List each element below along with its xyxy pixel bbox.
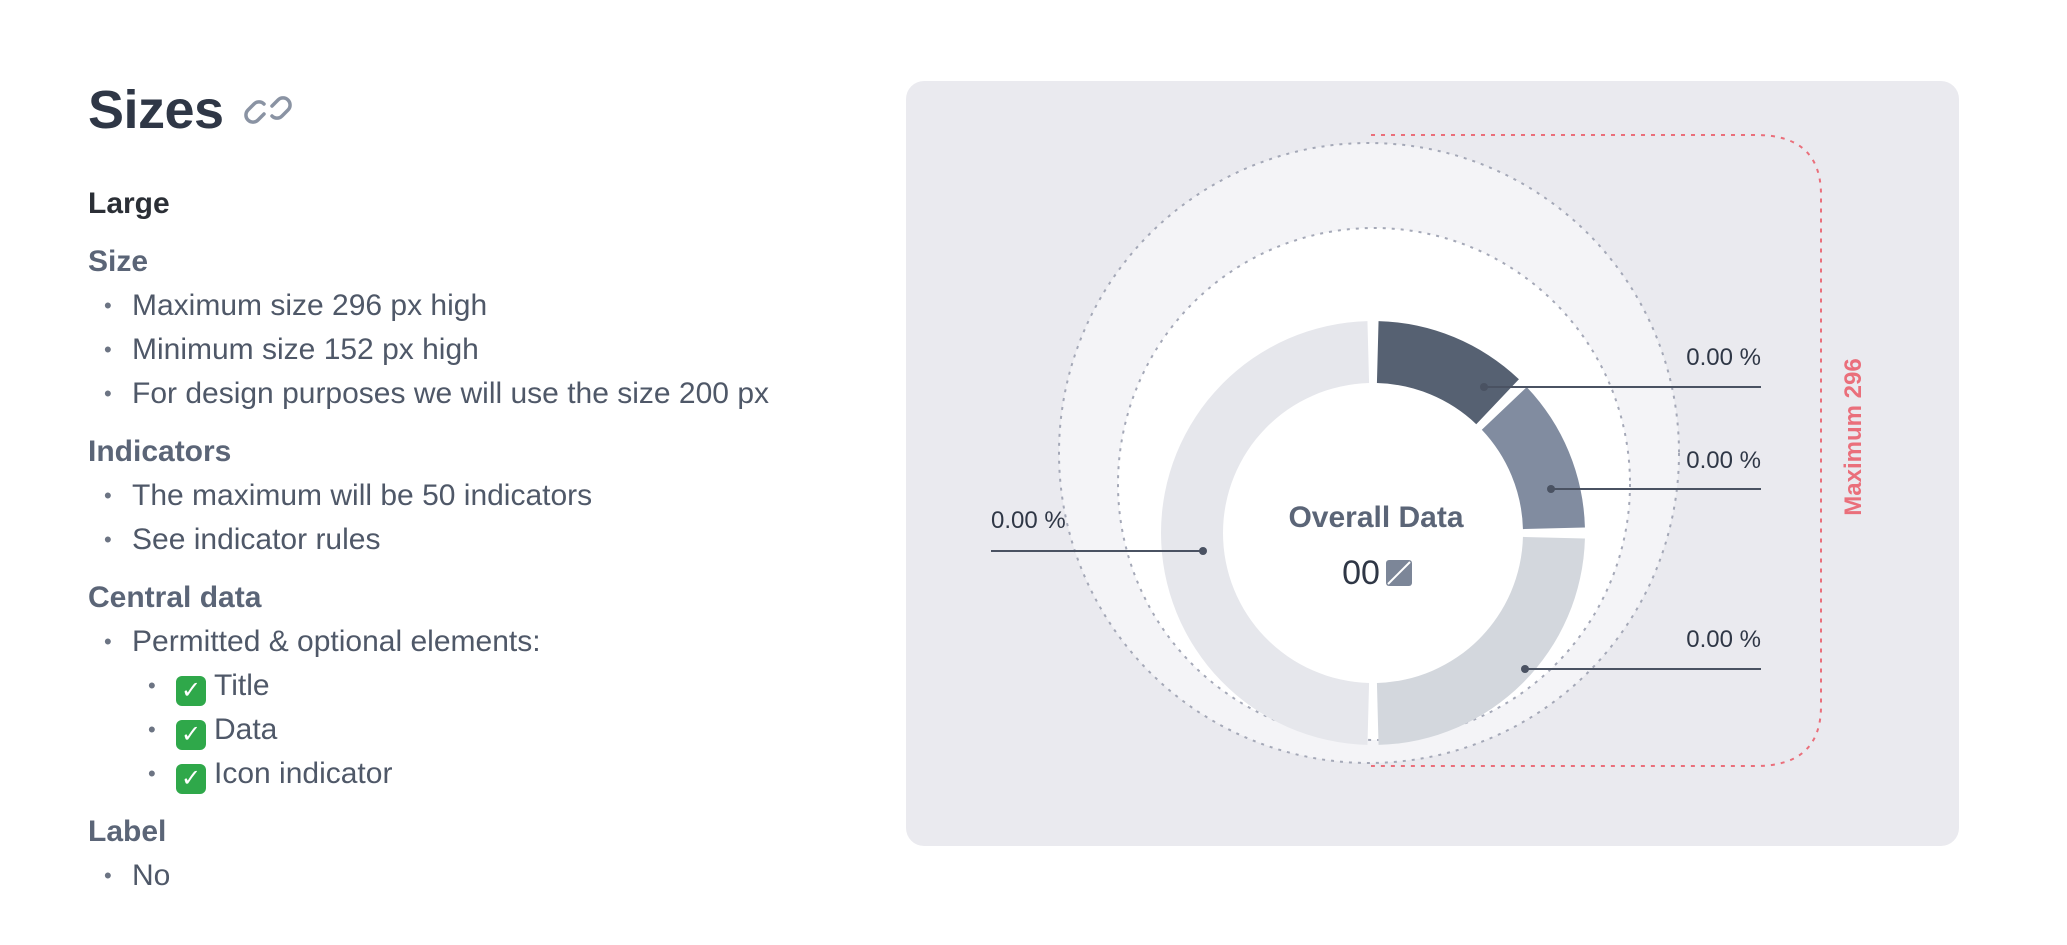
callout-dot (1480, 383, 1488, 391)
donut-diagram: Maximum 296 Overall Data 00 0.00 % 0.00 %… (991, 134, 1867, 767)
list-item-text: See indicator rules (132, 523, 381, 556)
checkmark-icon: ✓ (176, 720, 206, 750)
callout-dot (1547, 485, 1555, 493)
title-row: Sizes (88, 70, 848, 150)
list-item-text: Icon indicator (214, 757, 393, 790)
list-item-text: Maximum size 296 px high (132, 289, 488, 322)
list-item: ✓ Icon indicator (88, 752, 848, 796)
callout-label: 0.00 % (1686, 626, 1761, 653)
link-icon[interactable] (242, 84, 294, 136)
section-list: The maximum will be 50 indicators See ind… (88, 474, 848, 562)
callout-dot (1199, 547, 1207, 555)
maximum-label: Maximum 296 (1840, 358, 1867, 515)
checkmark-icon: ✓ (176, 764, 206, 794)
section-list: Maximum size 296 px high Minimum size 152… (88, 284, 848, 416)
list-item: ✓ Title (88, 664, 848, 708)
indicator-icon (1386, 560, 1412, 586)
spec-sections: Size Maximum size 296 px high Minimum size… (88, 240, 848, 898)
callout-label: 0.00 % (1686, 344, 1761, 371)
callout-label: 0.00 % (991, 507, 1066, 534)
center-title: Overall Data (1288, 501, 1463, 534)
list-item: Maximum size 296 px high (88, 284, 848, 328)
list-item: No (88, 854, 848, 898)
section-heading: Size (88, 245, 149, 278)
list-item-text: Permitted & optional elements: (132, 625, 541, 658)
list-item-text: Data (214, 713, 278, 746)
callout-dot (1521, 665, 1529, 673)
size-spec-text: Sizes Large Size Maximum size 296 px high… (88, 70, 848, 898)
center-value: 00 (1342, 554, 1380, 592)
variant-heading: Large (88, 187, 170, 220)
section-heading: Central data (88, 581, 262, 614)
checkmark-icon: ✓ (176, 676, 206, 706)
list-item: Permitted & optional elements: (88, 620, 848, 664)
callout-label: 0.00 % (1686, 447, 1761, 474)
list-item: For design purposes we will use the size… (88, 372, 848, 416)
list-item: See indicator rules (88, 518, 848, 562)
list-item: ✓ Data (88, 708, 848, 752)
list-item-text: No (132, 859, 171, 892)
list-item-text: Minimum size 152 px high (132, 333, 479, 366)
donut-diagram-panel: Maximum 296 Overall Data 00 0.00 % 0.00 %… (906, 81, 1959, 846)
list-item: Minimum size 152 px high (88, 328, 848, 372)
list-item-text: Title (214, 669, 270, 702)
section-list: No (88, 854, 848, 898)
list-item-text: The maximum will be 50 indicators (132, 479, 593, 512)
page-title: Sizes (88, 80, 224, 140)
section-heading: Indicators (88, 435, 232, 468)
section-list: Permitted & optional elements: ✓ Title ✓ Dat… (88, 620, 848, 796)
list-item-text: For design purposes we will use the size… (132, 377, 770, 410)
list-item: The maximum will be 50 indicators (88, 474, 848, 518)
section-heading: Label (88, 815, 167, 848)
